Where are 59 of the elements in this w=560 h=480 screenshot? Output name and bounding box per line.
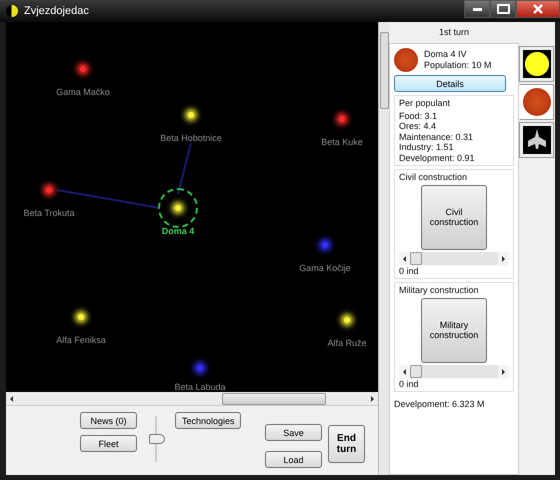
fleet-button[interactable]: Fleet bbox=[80, 435, 137, 452]
stat-line: Maintenance: 0.31 bbox=[399, 132, 474, 142]
stat-line: Development: 0.91 bbox=[399, 152, 476, 163]
maximize-button[interactable] bbox=[490, 0, 516, 18]
group-title: Military construction bbox=[399, 285, 480, 296]
planet-name: Doma 4 IV bbox=[424, 49, 468, 60]
horizontal-scrollbar[interactable] bbox=[6, 392, 378, 405]
development-label: Develpoment: 6.323 M bbox=[394, 399, 486, 409]
technologies-button[interactable]: Technologies bbox=[175, 412, 241, 429]
slider-thumb[interactable] bbox=[410, 365, 422, 378]
group-title: Civil construction bbox=[399, 172, 468, 182]
maximize-icon bbox=[496, 4, 510, 14]
star-label: Alfa Feniksa bbox=[55, 335, 107, 345]
construction-reading: 0 ind bbox=[399, 378, 420, 389]
zoom-slider[interactable] bbox=[147, 416, 165, 462]
slider-thumb[interactable] bbox=[410, 252, 422, 265]
minimize-icon bbox=[472, 8, 482, 10]
window-title: Zvjezdojedac bbox=[24, 5, 90, 17]
news-button[interactable]: News (0) bbox=[80, 412, 137, 429]
construction-button[interactable]: Civil construction bbox=[421, 184, 487, 250]
construction-reading: 0 ind bbox=[399, 266, 420, 276]
planet-icon bbox=[522, 88, 550, 116]
ship-tab[interactable] bbox=[519, 122, 554, 158]
app-logo-icon bbox=[6, 5, 18, 17]
save-button[interactable]: Save bbox=[265, 424, 322, 441]
construction-button[interactable]: Military construction bbox=[421, 298, 487, 362]
star-tab[interactable] bbox=[519, 46, 554, 82]
stat-line: Ores: 4.4 bbox=[399, 121, 438, 132]
star-label: Beta Labuda bbox=[173, 382, 227, 392]
stat-line: Industry: 1.51 bbox=[399, 142, 455, 152]
population-label: Population: 10 M bbox=[424, 60, 492, 71]
close-icon bbox=[532, 4, 544, 14]
close-button[interactable] bbox=[516, 0, 560, 18]
construction-slider[interactable] bbox=[410, 365, 498, 378]
star-label: Beta Trokuta bbox=[22, 208, 76, 218]
right-arrow-icon[interactable] bbox=[502, 256, 505, 262]
group-title: Per populant bbox=[399, 98, 452, 108]
planet-tab[interactable] bbox=[519, 84, 554, 120]
spaceship-icon bbox=[522, 126, 550, 154]
star-label: Beta Hobotnice bbox=[159, 133, 223, 143]
vertical-scrollbar[interactable] bbox=[378, 22, 389, 475]
star-label: Doma 4 bbox=[160, 226, 196, 236]
route-line bbox=[177, 142, 192, 194]
star-label: Beta Kuke bbox=[320, 137, 364, 147]
end-turn-button[interactable]: End turn bbox=[328, 425, 365, 463]
minimize-button[interactable] bbox=[464, 0, 490, 18]
details-button[interactable]: Details bbox=[394, 75, 506, 92]
construction-slider[interactable] bbox=[410, 252, 498, 265]
star-label: Gama Mačko bbox=[55, 87, 111, 97]
right-arrow-icon[interactable] bbox=[502, 368, 505, 374]
stat-line: Food: 3.1 bbox=[399, 110, 438, 121]
left-arrow-icon[interactable] bbox=[403, 368, 406, 374]
star-map[interactable]: Gama Mačko Beta Hobotnice Beta Kuke Beta Trokuta Doma 4 Gama Kočije Alfa Feniksa Alfa Ruže Beta Labuda bbox=[6, 22, 378, 392]
left-arrow-icon[interactable] bbox=[403, 256, 406, 262]
star-label: Alfa Ruže bbox=[326, 338, 368, 348]
turn-label: 1st turn bbox=[438, 26, 470, 39]
load-button[interactable]: Load bbox=[265, 451, 322, 468]
planet-icon bbox=[394, 48, 418, 72]
star-label: Gama Kočije bbox=[298, 263, 352, 273]
